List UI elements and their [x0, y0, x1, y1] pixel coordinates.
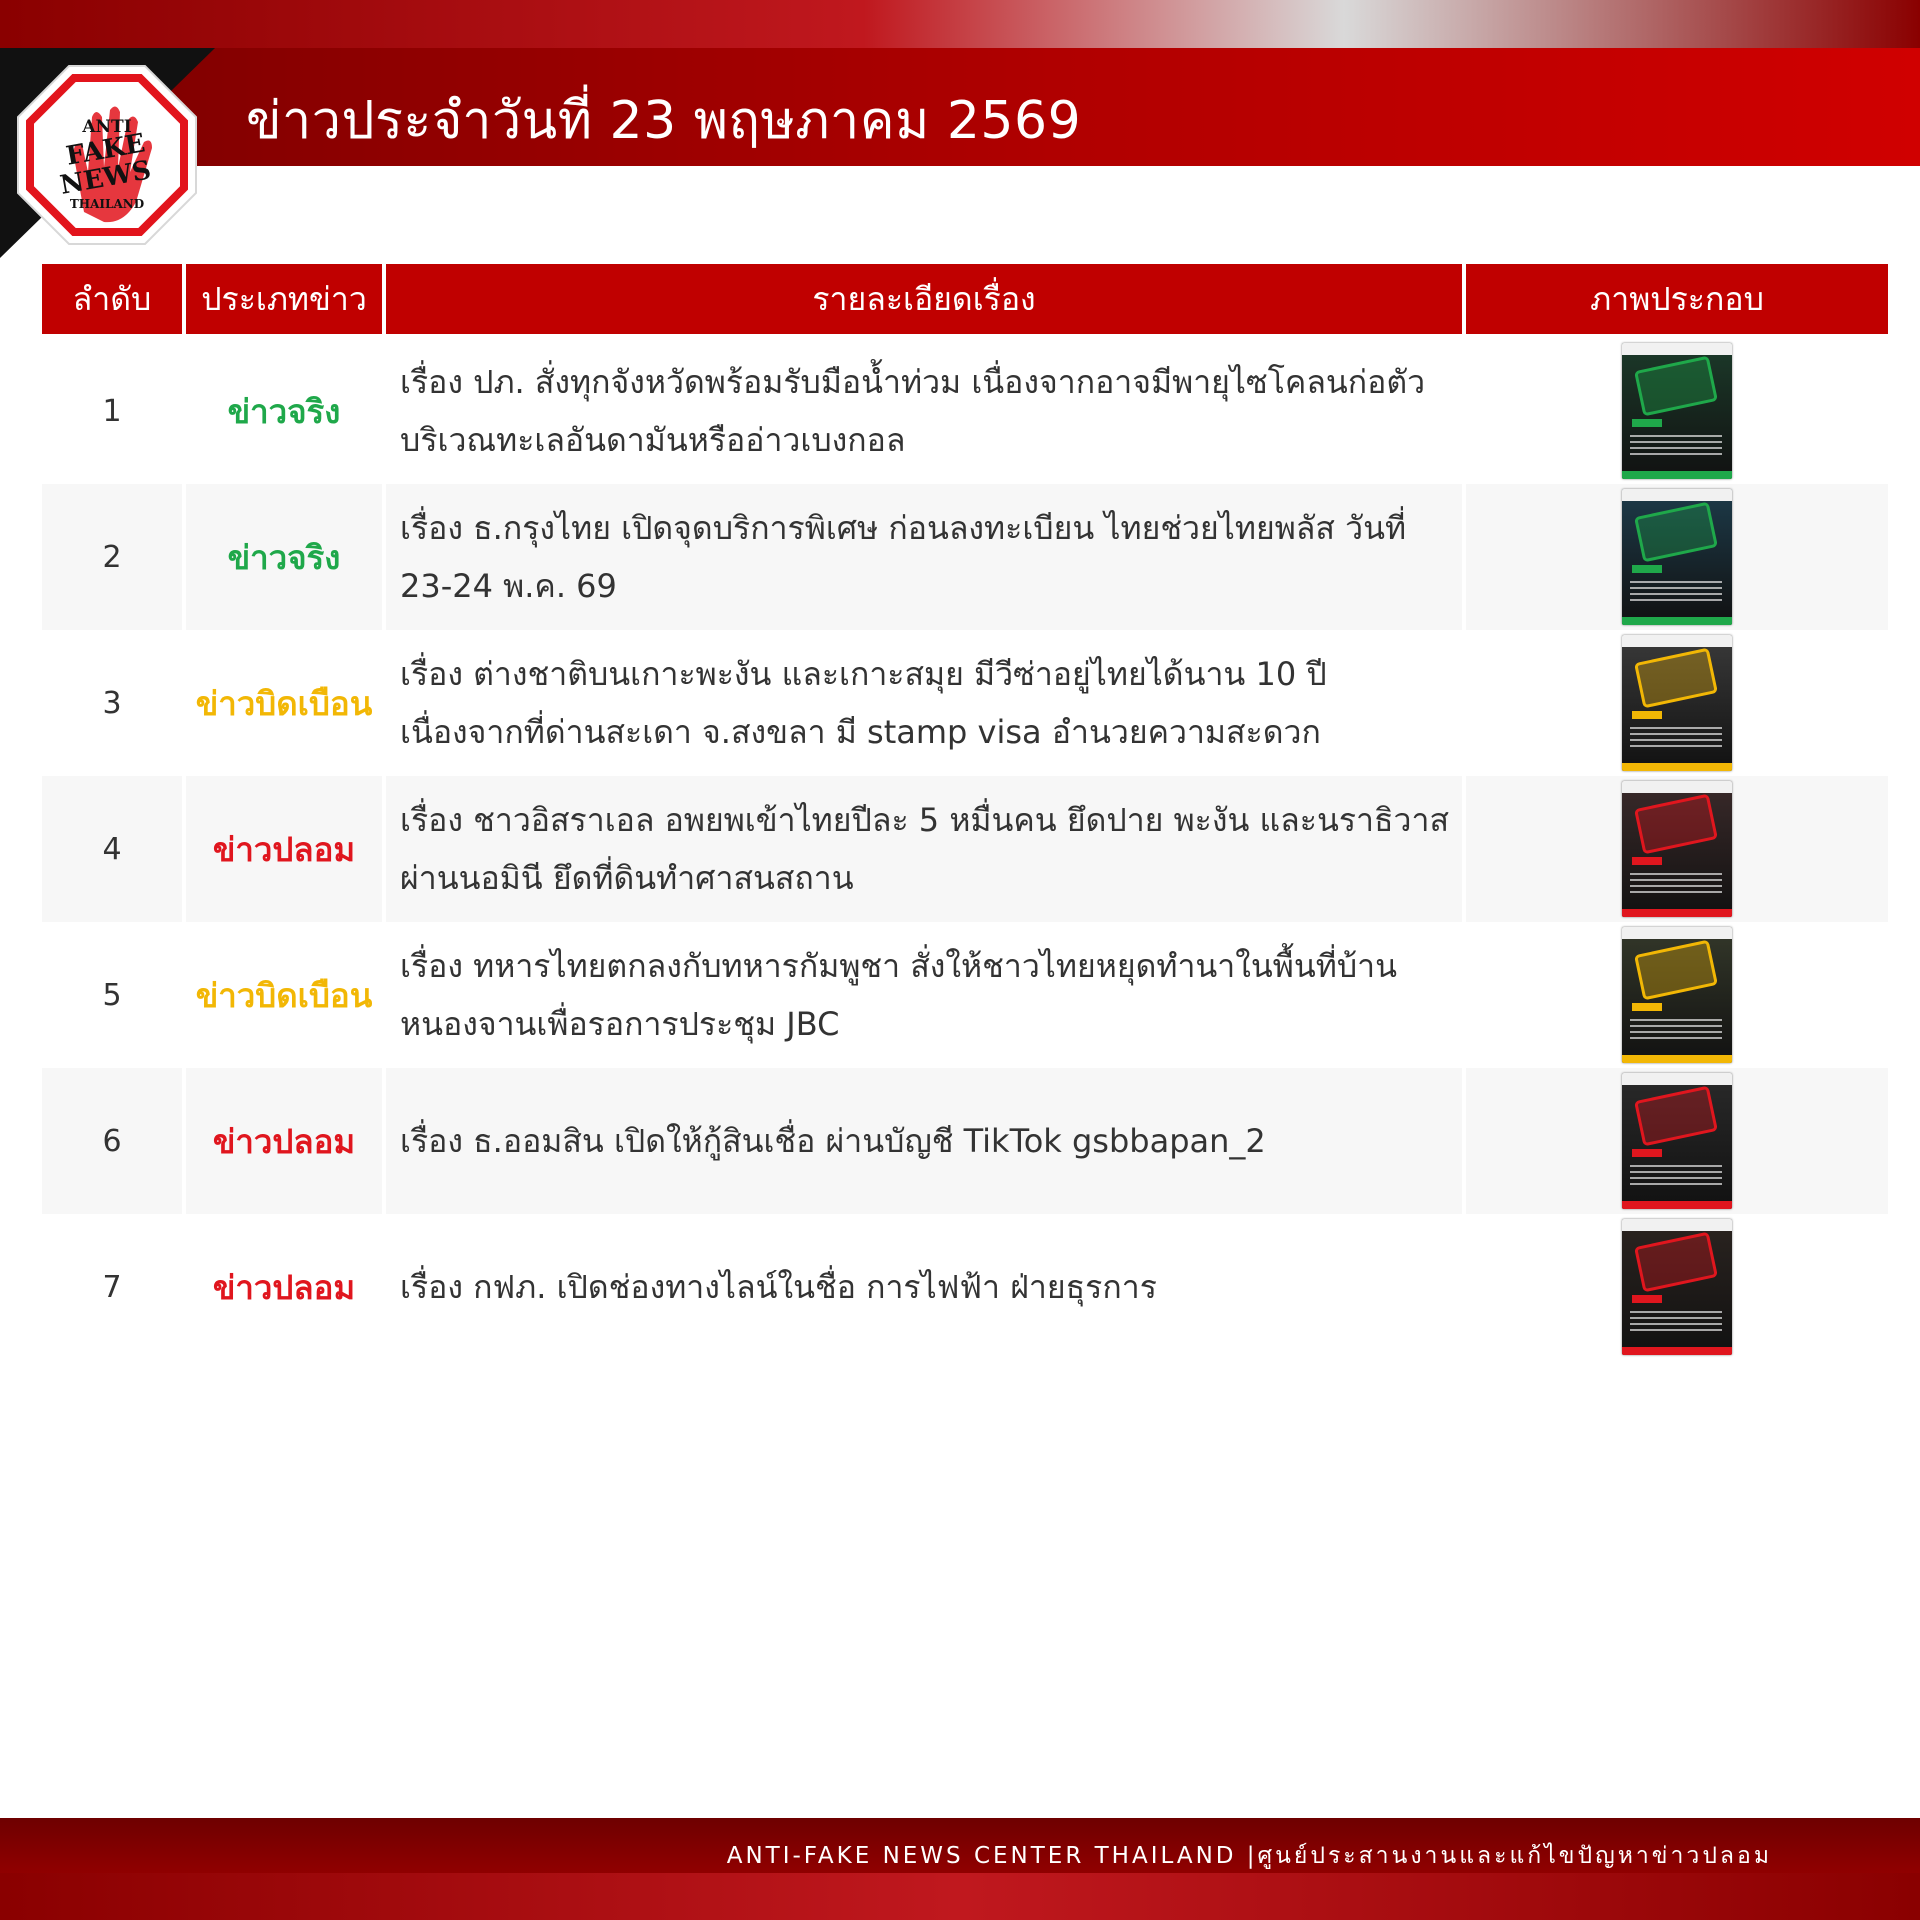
- row-index: 2: [42, 484, 182, 630]
- news-thumbnail[interactable]: [1622, 489, 1732, 625]
- news-detail: เรื่อง ต่างชาติบนเกาะพะงัน และเกาะสมุย ม…: [400, 655, 1327, 751]
- thumbnail-stamp: [1634, 1085, 1718, 1147]
- thumbnail-tag: [1632, 1295, 1662, 1303]
- table-row: 2 ข่าวจริง เรื่อง ธ.กรุงไทย เปิดจุดบริกา…: [42, 484, 1888, 630]
- news-type-label: ข่าวจริง: [186, 484, 382, 630]
- thumbnail-cell: [1466, 630, 1888, 776]
- news-type-label: ข่าวบิดเบือน: [195, 975, 373, 1015]
- news-type-label: ข่าวจริง: [227, 391, 341, 431]
- thumbnail-tag: [1632, 565, 1662, 573]
- thumbnail-footer-strip: [1622, 1201, 1732, 1209]
- thumbnail-text-lines: [1630, 1019, 1722, 1043]
- thumbnail-header-strip: [1622, 343, 1732, 355]
- thumbnail-cell: [1466, 1214, 1888, 1360]
- table-header-row: ลำดับ ประเภทข่าว รายละเอียดเรื่อง ภาพประ…: [42, 264, 1888, 338]
- column-header-type: ประเภทข่าว: [186, 264, 382, 338]
- thumbnail-footer-strip: [1622, 1055, 1732, 1063]
- thumbnail-stamp: [1634, 793, 1718, 855]
- news-thumbnail[interactable]: [1622, 781, 1732, 917]
- news-thumbnail[interactable]: [1622, 343, 1732, 479]
- thumbnail-text-lines: [1630, 727, 1722, 751]
- thumbnail-header-strip: [1622, 1219, 1732, 1231]
- table-row: 5 ข่าวบิดเบือน เรื่อง ทหารไทยตกลงกับทหาร…: [42, 922, 1888, 1068]
- table-row: 1 ข่าวจริง เรื่อง ปภ. สั่งทุกจังหวัดพร้อ…: [42, 338, 1888, 484]
- row-index: 6: [42, 1068, 182, 1214]
- news-detail: เรื่อง ปภ. สั่งทุกจังหวัดพร้อมรับมือน้ำท…: [400, 363, 1426, 459]
- thumbnail-text-lines: [1630, 1165, 1722, 1189]
- thumbnail-footer-strip: [1622, 763, 1732, 771]
- thumbnail-stamp: [1634, 355, 1718, 417]
- page-title: ข่าวประจำวันที่ 23 พฤษภาคม 2569: [246, 91, 1082, 151]
- footer-lower-strip: [0, 1873, 1920, 1920]
- row-index: 3: [102, 685, 122, 721]
- thumbnail-header-strip: [1622, 927, 1732, 939]
- news-detail: เรื่อง ธ.กรุงไทย เปิดจุดบริการพิเศษ ก่อน…: [386, 484, 1462, 630]
- news-table: ลำดับ ประเภทข่าว รายละเอียดเรื่อง ภาพประ…: [38, 264, 1892, 1360]
- table-row: 6 ข่าวปลอม เรื่อง ธ.ออมสิน เปิดให้กู้สิน…: [42, 1068, 1888, 1214]
- thumbnail-text-lines: [1630, 581, 1722, 605]
- row-index: 1: [102, 393, 122, 429]
- thumbnail-tag: [1632, 1149, 1662, 1157]
- thumbnail-header-strip: [1622, 489, 1732, 501]
- news-detail: เรื่อง ทหารไทยตกลงกับทหารกัมพูชา สั่งให้…: [400, 947, 1397, 1043]
- news-thumbnail[interactable]: [1622, 927, 1732, 1063]
- thumbnail-text-lines: [1630, 1311, 1722, 1335]
- thumbnail-cell: [1466, 776, 1888, 922]
- svg-text:THAILAND: THAILAND: [70, 197, 144, 211]
- thumbnail-footer-strip: [1622, 909, 1732, 917]
- thumbnail-stamp: [1634, 1231, 1718, 1293]
- column-header-index: ลำดับ: [42, 264, 182, 338]
- anti-fake-news-logo: ANTI FAKE NEWS THAILAND: [17, 65, 197, 245]
- thumbnail-header-strip: [1622, 1073, 1732, 1085]
- thumbnail-tag: [1632, 419, 1662, 427]
- top-decorative-strip: [0, 0, 1920, 48]
- thumbnail-stamp: [1634, 501, 1718, 563]
- news-type-label: ข่าวปลอม: [186, 1068, 382, 1214]
- news-type-label: ข่าวบิดเบือน: [195, 683, 373, 723]
- thumbnail-footer-strip: [1622, 1347, 1732, 1355]
- row-index: 7: [102, 1269, 122, 1305]
- news-thumbnail[interactable]: [1622, 1073, 1732, 1209]
- thumbnail-footer-strip: [1622, 617, 1732, 625]
- thumbnail-stamp: [1634, 647, 1718, 709]
- thumbnail-cell: [1466, 338, 1888, 484]
- table-row: 3 ข่าวบิดเบือน เรื่อง ต่างชาติบนเกาะพะงั…: [42, 630, 1888, 776]
- row-index: 5: [102, 977, 122, 1013]
- thumbnail-header-strip: [1622, 781, 1732, 793]
- thumbnail-header-strip: [1622, 635, 1732, 647]
- news-detail: เรื่อง ธ.ออมสิน เปิดให้กู้สินเชื่อ ผ่านบ…: [386, 1068, 1462, 1214]
- thumbnail-cell: [1466, 484, 1888, 630]
- news-thumbnail[interactable]: [1622, 635, 1732, 771]
- column-header-detail: รายละเอียดเรื่อง: [386, 264, 1462, 338]
- thumbnail-cell: [1466, 1068, 1888, 1214]
- table-row: 7 ข่าวปลอม เรื่อง กฟภ. เปิดช่องทางไลน์ใน…: [42, 1214, 1888, 1360]
- thumbnail-cell: [1466, 922, 1888, 1068]
- thumbnail-text-lines: [1630, 435, 1722, 459]
- thumbnail-tag: [1632, 1003, 1662, 1011]
- news-type-label: ข่าวปลอม: [186, 776, 382, 922]
- news-detail: เรื่อง ชาวอิสราเอล อพยพเข้าไทยปีละ 5 หมื…: [386, 776, 1462, 922]
- news-thumbnail[interactable]: [1622, 1219, 1732, 1355]
- news-type-label: ข่าวปลอม: [212, 1267, 356, 1307]
- thumbnail-tag: [1632, 857, 1662, 865]
- thumbnail-tag: [1632, 711, 1662, 719]
- footer-text: ANTI-FAKE NEWS CENTER THAILAND |ศูนย์ประ…: [726, 1843, 1772, 1869]
- thumbnail-stamp: [1634, 939, 1718, 1001]
- thumbnail-text-lines: [1630, 873, 1722, 897]
- thumbnail-footer-strip: [1622, 471, 1732, 479]
- news-detail: เรื่อง กฟภ. เปิดช่องทางไลน์ในชื่อ การไฟฟ…: [400, 1268, 1157, 1306]
- table-row: 4 ข่าวปลอม เรื่อง ชาวอิสราเอล อพยพเข้าไท…: [42, 776, 1888, 922]
- row-index: 4: [42, 776, 182, 922]
- column-header-image: ภาพประกอบ: [1466, 264, 1888, 338]
